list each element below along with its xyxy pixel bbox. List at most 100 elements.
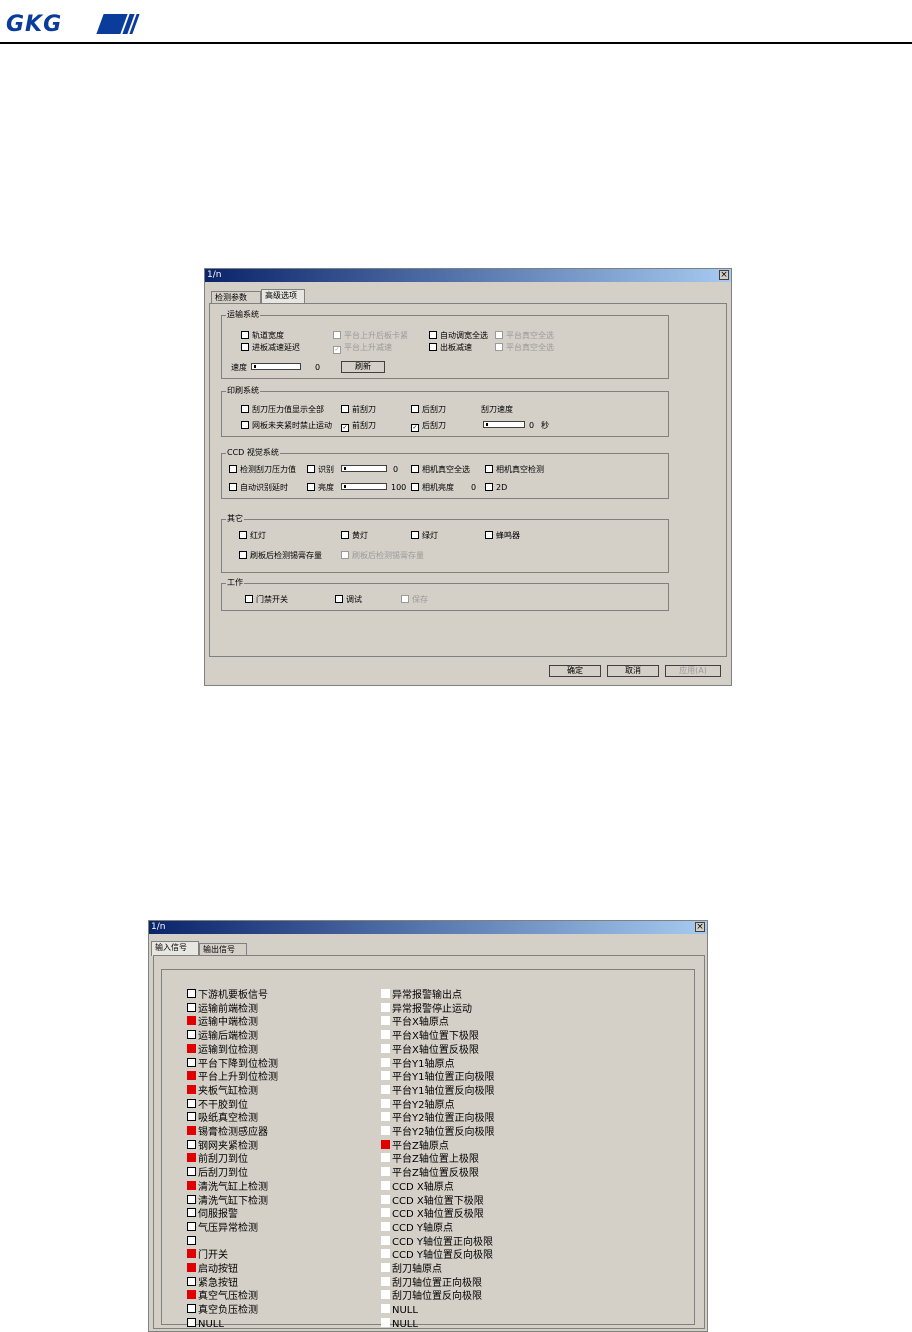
signal-label: 运输后端检测 [198, 1031, 258, 1043]
cancel-button[interactable]: 取消 [607, 665, 659, 677]
checkbox-stencil-clamp[interactable]: 网板未夹紧时禁止运动 [241, 421, 332, 430]
signal-item: NULL [381, 1317, 418, 1331]
checkbox-icon [341, 405, 349, 413]
gkg-logo: GKG [6, 12, 63, 37]
signal-label: 钢网夹紧检测 [198, 1140, 258, 1152]
signal-label: 吸纸真空检测 [198, 1113, 258, 1125]
checkbox-detect-pressure[interactable]: 检测刮刀压力值 [229, 465, 296, 474]
checkbox-camera-vacuum-detect[interactable]: 相机真空检测 [485, 465, 544, 474]
checkbox-camera-vacuum-all[interactable]: 相机真空全选 [411, 465, 470, 474]
status-indicator-icon [381, 1084, 390, 1094]
signal-item: 锡膏检测感应器 [187, 1126, 268, 1139]
checkbox-icon [429, 343, 437, 351]
squeegee-speed-slider[interactable] [483, 421, 525, 428]
checkbox-green-light[interactable]: 绿灯 [411, 531, 438, 540]
close-icon[interactable]: × [719, 270, 729, 280]
signal-label: 平台Z轴位置上极限 [392, 1154, 479, 1166]
checkbox-icon [333, 331, 341, 339]
window-title: 1/n [151, 922, 166, 932]
checkbox-front-squeegee[interactable]: 前刮刀 [341, 405, 376, 414]
checkbox-door-switch[interactable]: 门禁开关 [245, 595, 288, 604]
signal-item: NULL [187, 1317, 224, 1331]
status-indicator-icon [381, 1249, 390, 1259]
signal-label: 平台X轴原点 [392, 1017, 449, 1029]
checkbox-pressure-all[interactable]: 刮刀压力值显示全部 [241, 405, 324, 414]
checkbox-icon [241, 405, 249, 413]
squeegee-speed-value: 0 [529, 421, 535, 430]
signal-item: 运输前端检测 [187, 1002, 258, 1016]
signal-item: 刮刀轴原点 [381, 1263, 442, 1276]
checkbox-debug[interactable]: 调试 [335, 595, 362, 604]
signal-item: 平台下降到位检测 [187, 1057, 278, 1071]
signal-label: 平台Z轴位置反极限 [392, 1168, 479, 1180]
close-icon[interactable]: × [695, 922, 705, 932]
signal-label: 平台Y2轴位置反向极限 [392, 1127, 495, 1138]
checkbox-infeed-delay[interactable]: 进板减速延迟 [241, 343, 300, 352]
signal-item: 启动按钮 [187, 1263, 238, 1276]
squeegee-speed-label: 刮刀速度 [481, 405, 513, 414]
recognition-value: 0 [393, 465, 399, 474]
status-indicator-icon [381, 1304, 390, 1314]
checkbox-track-width[interactable]: 轨道宽度 [241, 331, 284, 340]
checkbox-icon [229, 483, 237, 491]
checkbox-rear-squeegee-2[interactable]: ✓ 后刮刀 [411, 421, 446, 432]
checkbox-icon [239, 551, 247, 559]
logo-mark-icon [96, 14, 140, 34]
status-indicator-icon [187, 1002, 196, 1012]
checkbox-rear-squeegee[interactable]: 后刮刀 [411, 405, 446, 414]
status-indicator-icon [187, 1043, 196, 1053]
signal-label: 启动按钮 [198, 1264, 238, 1275]
brightness-slider[interactable] [341, 483, 387, 490]
title-bar[interactable]: 1/n × [149, 921, 707, 934]
checkbox-yellow-light[interactable]: 黄灯 [341, 531, 368, 540]
recognition-slider[interactable] [341, 465, 387, 472]
checkbox-outfeed-slow[interactable]: 出板减速 [429, 343, 472, 352]
status-indicator-icon [381, 1180, 390, 1190]
checkbox-recognition[interactable]: 识别 [307, 465, 334, 474]
checkbox-buzzer[interactable]: 蜂鸣器 [485, 531, 520, 540]
window-title: 1/n [207, 270, 222, 280]
signal-item: 真空负压检测 [187, 1304, 258, 1317]
status-indicator-icon [381, 1071, 390, 1081]
status-indicator-icon [187, 1290, 196, 1300]
refresh-button[interactable]: 刷新 [341, 361, 385, 373]
signal-label: 平台Y1轴原点 [392, 1058, 455, 1070]
signal-item: 伺服报警 [187, 1208, 238, 1221]
speed-slider[interactable] [251, 363, 301, 370]
checkbox-icon [411, 405, 419, 413]
checkbox-icon [307, 465, 315, 473]
status-indicator-icon [187, 1304, 196, 1314]
status-indicator-icon [187, 1276, 196, 1286]
checkbox-paste-check[interactable]: 刷板后检测锡膏存量 [239, 551, 322, 560]
signal-label: 平台Y2轴原点 [392, 1099, 455, 1111]
group-label: 运输系统 [226, 310, 260, 320]
checkbox-auto-width[interactable]: 自动调宽全选 [429, 331, 488, 340]
signal-label: 刮刀轴位置反向极限 [392, 1291, 482, 1303]
checkbox-icon [495, 343, 503, 351]
ok-button[interactable]: 确定 [549, 665, 601, 677]
checkbox-auto-recognize-delay[interactable]: 自动识别延时 [229, 483, 288, 492]
signal-label: CCD X轴原点 [392, 1181, 454, 1193]
checkbox-front-squeegee-2[interactable]: ✓ 前刮刀 [341, 421, 376, 432]
checkbox-vacuum-all-2: 平台真空全选 [495, 343, 554, 352]
checkbox-icon [241, 421, 249, 429]
checkbox-icon [335, 595, 343, 603]
signal-item: 清洗气缸下检测 [187, 1194, 268, 1208]
title-bar[interactable]: 1/n × [205, 269, 731, 282]
checkbox-2d[interactable]: 2D [485, 483, 507, 492]
signal-item: CCD X轴位置下极限 [381, 1194, 484, 1208]
checkbox-red-light[interactable]: 红灯 [239, 531, 266, 540]
status-indicator-icon [381, 1235, 390, 1245]
status-indicator-icon [381, 1317, 390, 1327]
status-indicator-icon [187, 1126, 196, 1135]
tab-advanced[interactable]: 高级选项 [261, 289, 305, 304]
checkbox-paste-check-2: 刷板后检测锡膏存量 [341, 551, 424, 560]
tab-input-signal[interactable]: 输入信号 [151, 941, 199, 956]
signal-item: 平台Z轴位置上极限 [381, 1153, 479, 1166]
io-signal-dialog: 1/n × 输入信号 输出信号 下游机要板信号 运输前端检测 运输中端检测 运输后端检… [148, 920, 708, 1332]
checkbox-brightness[interactable]: 亮度 [307, 483, 334, 492]
status-indicator-icon [187, 1317, 196, 1327]
checkbox-camera-brightness[interactable]: 相机亮度 [411, 483, 454, 492]
status-indicator-icon [381, 1153, 390, 1163]
signal-item: 平台Y2轴位置反向极限 [381, 1126, 494, 1139]
